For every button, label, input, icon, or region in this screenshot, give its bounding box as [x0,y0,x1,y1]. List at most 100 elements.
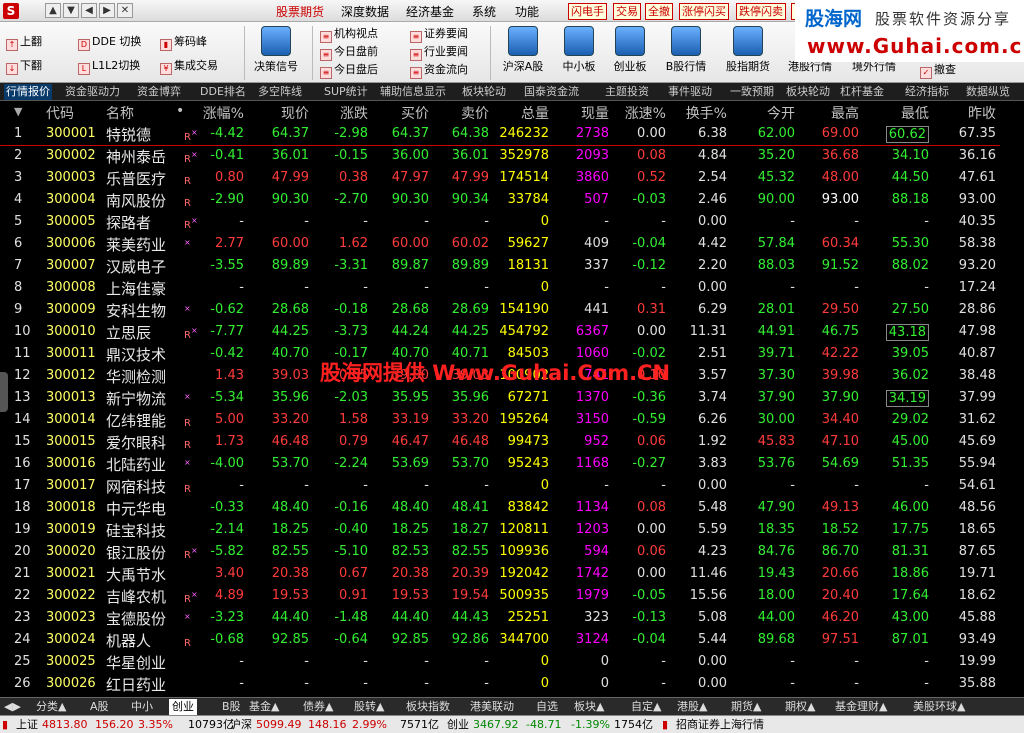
window-forward-button[interactable]: ▶ [99,3,115,18]
table-row[interactable]: 3 300003 乐普医疗 R 0.80 47.99 0.38 47.97 47.99 17451… [0,167,1000,189]
col-pct[interactable]: 涨幅% [203,103,244,123]
col-speed[interactable]: 涨速% [625,103,666,123]
sh-sz-a-share-button[interactable]: 沪深A股 [496,26,550,82]
table-row[interactable]: 6 300006 莱美药业 × 2.77 60.00 1.62 60.00 60.02 59627… [0,233,1000,255]
market-tab[interactable]: 自选 [536,699,558,715]
col-bid[interactable]: 买价 [401,103,429,123]
decision-signal-button[interactable]: 决策信号 [249,26,303,82]
col-price[interactable]: 现价 [281,103,309,123]
col-current-vol[interactable]: 现量 [581,103,609,123]
menu-functions[interactable]: 功能 [515,3,539,20]
market-tab[interactable]: 期权▲ [785,699,815,715]
col-high[interactable]: 最高 [831,103,859,123]
institution-view-button[interactable]: ≡ 机构视点 [320,26,378,43]
integrated-trade-button[interactable]: ¥ 集成交易 [160,58,218,75]
table-row[interactable]: 22 300022 吉峰农机 R× 4.89 19.53 0.91 19.53 19.54 500… [0,585,1000,607]
window-up-button[interactable]: ▲ [45,3,61,18]
subtab[interactable]: 板块轮动 [462,84,506,100]
market-tab[interactable]: 基金▲ [249,699,279,715]
subtab[interactable]: 事件驱动 [668,84,712,100]
limit-up-buy-button[interactable]: 涨停闪买 [679,3,729,20]
limit-down-sell-button[interactable]: 跌停闪卖 [736,3,786,20]
table-row[interactable]: 25 300025 华星创业 - - - - - 0 0 - 0.00 - - - 19.99 [0,651,1000,673]
securities-news-button[interactable]: ≡ 证券要闻 [410,26,468,43]
market-tab[interactable]: A股 [90,699,109,715]
table-row[interactable]: 13 300013 新宁物流 × -5.34 35.96 -2.03 35.95 35.96 67… [0,387,1000,409]
sme-board-button[interactable]: 中小板 [552,26,606,82]
table-row[interactable]: 19 300019 硅宝科技 -2.14 18.25 -0.40 18.25 18.27 120… [0,519,1000,541]
table-row[interactable]: 14 300014 亿纬锂能 R 5.00 33.20 1.58 33.19 33.20 1952… [0,409,1000,431]
market-tab[interactable]: 创业 [169,699,197,715]
subtab[interactable]: 国泰资金流 [524,84,579,100]
table-row[interactable]: 24 300024 机器人 R -0.68 92.85 -0.64 92.85 92.86 344… [0,629,1000,651]
market-tab[interactable]: 股转▲ [354,699,384,715]
table-row[interactable]: 20 300020 银江股份 R× -5.82 82.55 -5.10 82.53 82.55 1… [0,541,1000,563]
chip-peak-button[interactable]: ▮ 筹码峰 [160,34,207,51]
b-share-quotes-button[interactable]: B股行情 [659,26,713,82]
table-row[interactable]: 21 300021 大禹节水 3.40 20.38 0.67 20.38 20.39 19204… [0,563,1000,585]
index-futures-button[interactable]: 股指期货 [721,26,775,82]
market-tab[interactable]: 分类▲ [36,699,66,715]
market-tab[interactable]: 债券▲ [303,699,333,715]
menu-economy-funds[interactable]: 经济基金 [406,3,454,20]
column-select-icon[interactable]: ▼ [14,105,22,118]
market-tab[interactable]: 港美联动 [470,699,514,715]
col-name[interactable]: 名称 [106,103,134,123]
market-tab[interactable]: 港股▲ [677,699,707,715]
col-volume[interactable]: 总量 [521,103,549,123]
subtab[interactable]: 资金驱动力 [65,84,120,100]
table-row[interactable]: 8 300008 上海佳豪 - - - - - 0 - - 0.00 - - - 17.24 [0,277,1000,299]
menu-system[interactable]: 系统 [472,3,496,20]
page-up-button[interactable]: ↑ 上翻 [6,34,42,51]
table-row[interactable]: 2 300002 神州泰岳 R× -0.41 36.01 -0.15 36.00 36.01 35… [0,145,1000,167]
table-row[interactable]: 10 300010 立思辰 R× -7.77 44.25 -3.73 44.24 44.25 45… [0,321,1000,343]
window-back-button[interactable]: ◀ [81,3,97,18]
table-row[interactable]: 16 300016 北陆药业 × -4.00 53.70 -2.24 53.69 53.70 95… [0,453,1000,475]
market-tab[interactable]: 基金理财▲ [835,699,887,715]
col-ask[interactable]: 卖价 [461,103,489,123]
market-tab[interactable]: 中小 [131,699,153,715]
subtab[interactable]: SUP统计 [324,84,368,100]
flash-trade-button[interactable]: 闪电手 [568,3,607,20]
menu-depth-data[interactable]: 深度数据 [341,3,389,20]
market-tab[interactable]: 美股环球▲ [913,699,965,715]
subtab[interactable]: 多空阵线 [258,84,302,100]
table-row[interactable]: 23 300023 宝德股份 × -3.23 44.40 -1.48 44.40 44.43 25… [0,607,1000,629]
table-row[interactable]: 18 300018 中元华电 -0.33 48.40 -0.16 48.40 48.41 838… [0,497,1000,519]
tab-scroll-icon[interactable]: ◀▶ [4,699,21,715]
subtab[interactable]: 一致预期 [730,84,774,100]
market-tab[interactable]: 期货▲ [731,699,761,715]
subtab[interactable]: 杠杆基金 [840,84,884,100]
dde-switch-button[interactable]: D DDE 切换 [78,34,141,51]
subtab[interactable]: DDE排名 [200,84,246,100]
side-panel-grip[interactable] [0,372,8,412]
col-change[interactable]: 涨跌 [340,103,368,123]
subtab[interactable]: 行情报价 [4,84,52,100]
subtab[interactable]: 经济指标 [905,84,949,100]
market-tab[interactable]: B股 [222,699,241,715]
table-row[interactable]: 17 300017 网宿科技 R - - - - - 0 - - 0.00 - - - 54.61 [0,475,1000,497]
subtab[interactable]: 主题投资 [605,84,649,100]
col-turnover[interactable]: 换手% [686,103,727,123]
col-low[interactable]: 最低 [901,103,929,123]
table-row[interactable]: 5 300005 探路者 R× - - - - - 0 - - 0.00 - - - 40.35 [0,211,1000,233]
market-tab[interactable]: 板块▲ [574,699,604,715]
subtab[interactable]: 资金博弈 [137,84,181,100]
subtab[interactable]: 板块轮动 [786,84,830,100]
industry-news-button[interactable]: ≡ 行业要闻 [410,44,468,61]
col-open[interactable]: 今开 [767,103,795,123]
col-prev-close[interactable]: 昨收 [968,103,996,123]
market-tab[interactable]: 板块指数 [406,699,450,715]
window-close-button[interactable]: ✕ [117,3,133,18]
subtab[interactable]: 辅助信息显示 [380,84,446,100]
table-row[interactable]: 9 300009 安科生物 × -0.62 28.68 -0.18 28.68 28.69 154… [0,299,1000,321]
l1l2-switch-button[interactable]: L L1L2切换 [78,58,140,75]
page-down-button[interactable]: ↓ 下翻 [6,58,42,75]
market-tab[interactable]: 自定▲ [631,699,661,715]
pre-market-button[interactable]: ≡ 今日盘前 [320,44,378,61]
table-row[interactable]: 4 300004 南风股份 R -2.90 90.30 -2.70 90.30 90.34 337… [0,189,1000,211]
after-market-button[interactable]: ≡ 今日盘后 [320,62,378,79]
table-row[interactable]: 7 300007 汉威电子 -3.55 89.89 -3.31 89.87 89.89 1813… [0,255,1000,277]
menu-stocks-futures[interactable]: 股票期货 [271,3,329,24]
window-down-button[interactable]: ▼ [63,3,79,18]
